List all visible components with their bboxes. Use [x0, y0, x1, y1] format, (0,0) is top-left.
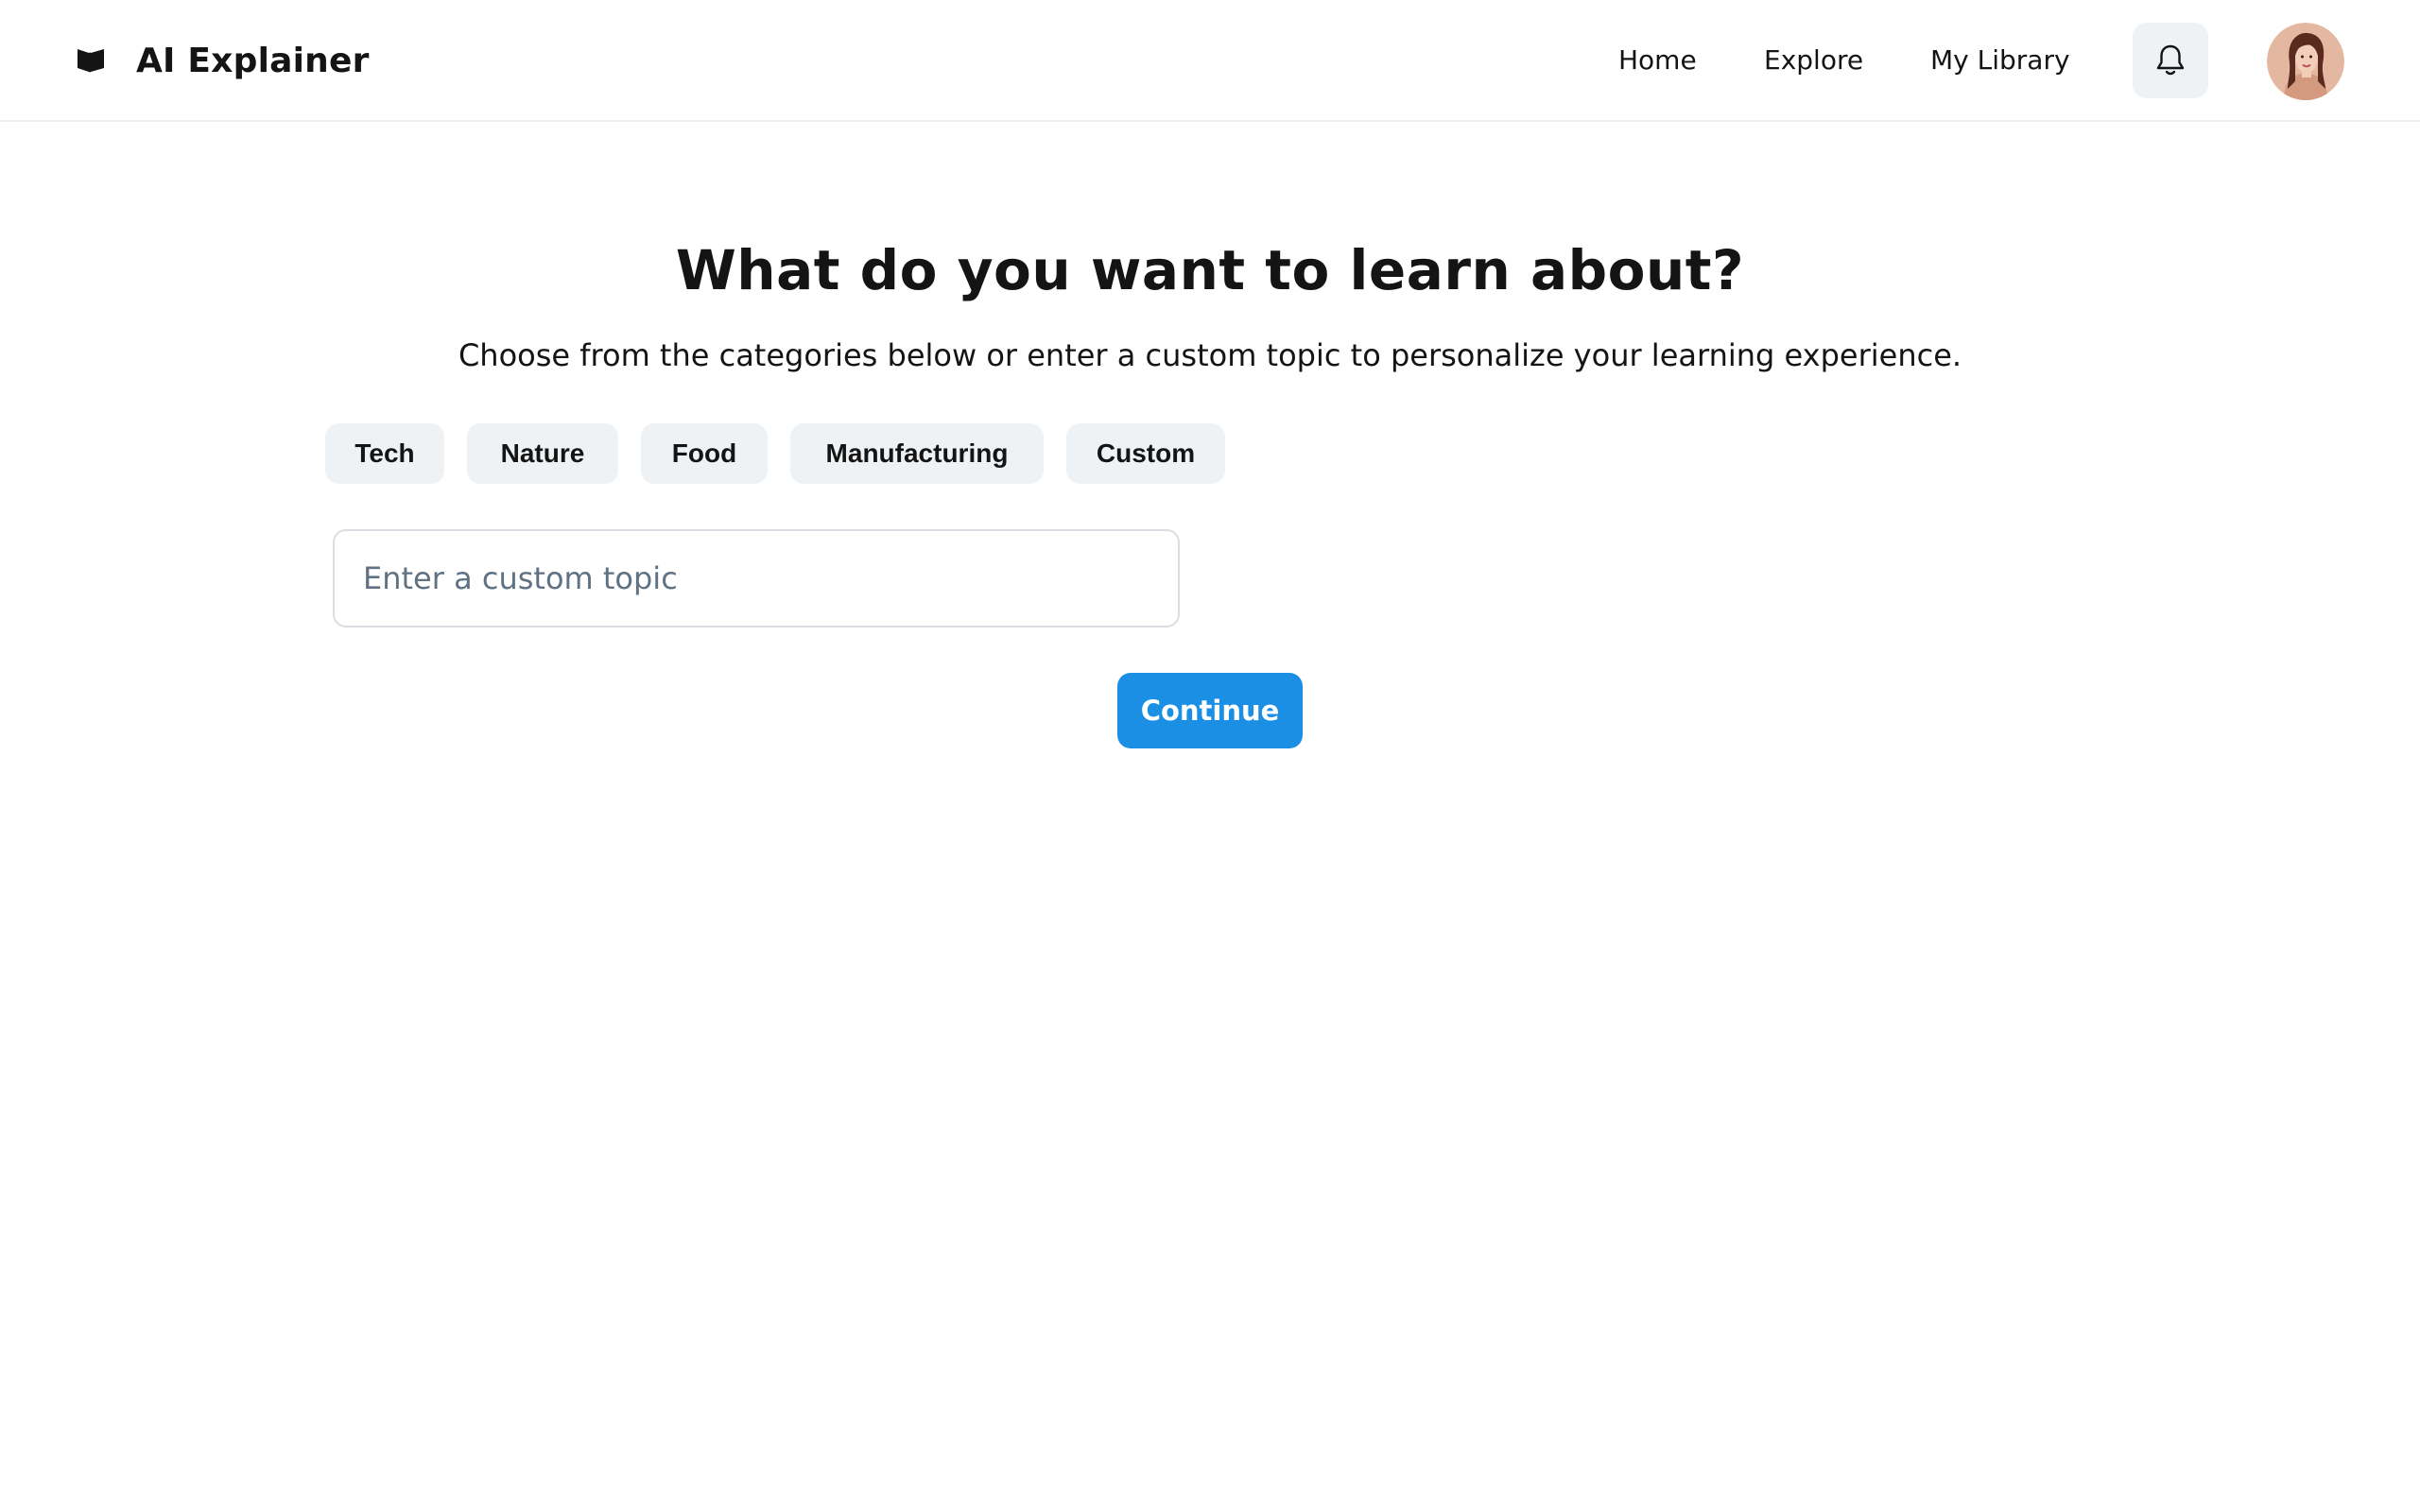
category-chip-food[interactable]: Food: [641, 423, 768, 484]
category-chip-manufacturing[interactable]: Manufacturing: [790, 423, 1044, 484]
page-subtitle: Choose from the categories below or ente…: [458, 337, 1962, 373]
nav-home-link[interactable]: Home: [1618, 42, 1697, 79]
custom-topic-input[interactable]: [333, 529, 1180, 627]
notifications-button[interactable]: [2133, 23, 2208, 98]
category-chip-custom[interactable]: Custom: [1066, 423, 1225, 484]
book-icon: [76, 45, 106, 76]
user-avatar[interactable]: [2267, 23, 2344, 100]
top-header: AI Explainer Home Explore My Library: [0, 0, 2420, 122]
page-title: What do you want to learn about?: [675, 238, 1745, 302]
category-chip-tech[interactable]: Tech: [325, 423, 444, 484]
nav-explore-link[interactable]: Explore: [1764, 42, 1863, 79]
brand-title: AI Explainer: [136, 41, 370, 80]
continue-button[interactable]: Continue: [1117, 673, 1303, 748]
nav-my-library-link[interactable]: My Library: [1930, 42, 2070, 79]
brand[interactable]: AI Explainer: [76, 36, 370, 85]
category-chip-nature[interactable]: Nature: [467, 423, 618, 484]
bell-icon: [2154, 43, 2187, 77]
